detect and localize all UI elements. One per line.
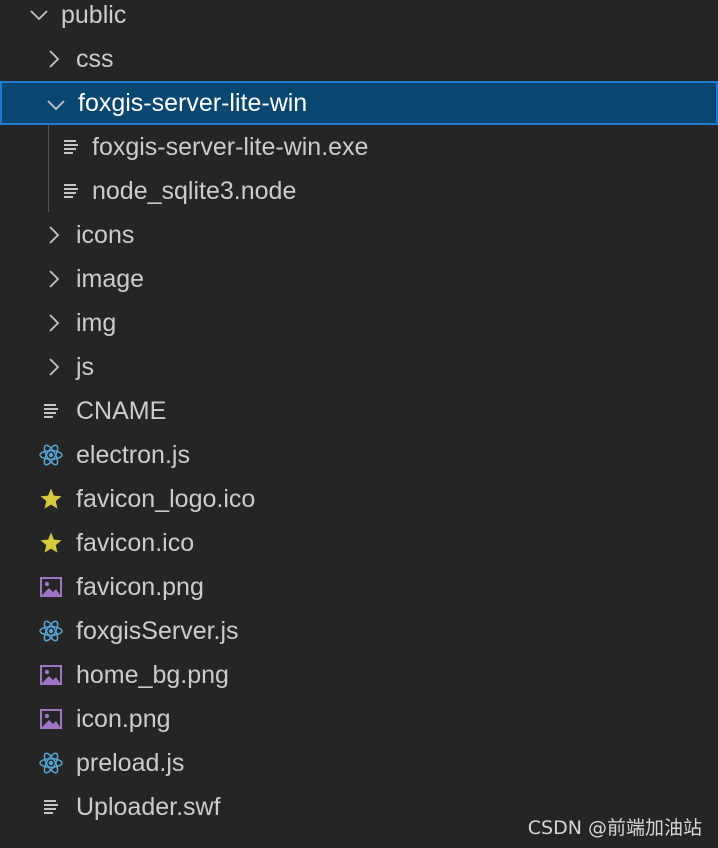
tree-item-label: electron.js <box>76 441 190 469</box>
tree-item-label: CNAME <box>76 397 167 425</box>
tree-item-label: public <box>61 1 127 29</box>
tree-item-label: favicon_logo.ico <box>76 485 256 513</box>
chevron-down-icon[interactable] <box>43 83 69 127</box>
tree-item-foxgis-server-lite-win-exe[interactable]: foxgis-server-lite-win.exe <box>0 125 718 169</box>
tree-item-preload-js[interactable]: preload.js <box>0 741 718 785</box>
tree-item-electron-js[interactable]: electron.js <box>0 433 718 477</box>
tree-item-label: node_sqlite3.node <box>92 177 297 205</box>
tree-item-label: favicon.png <box>76 573 204 601</box>
tree-item-cname[interactable]: CNAME <box>0 389 718 433</box>
tree-item-foxgis-server-lite-win[interactable]: foxgis-server-lite-win <box>0 81 718 125</box>
file-explorer-tree: public css foxgis-server-lite-win foxgis-se… <box>0 0 718 848</box>
tree-item-label: js <box>76 353 95 381</box>
tree-item-icons[interactable]: icons <box>0 213 718 257</box>
tree-item-label: Uploader.swf <box>76 793 221 821</box>
tree-item-home-bg-png[interactable]: home_bg.png <box>0 653 718 697</box>
chevron-right-icon[interactable] <box>41 257 67 301</box>
tree-item-label: foxgis-server-lite-win.exe <box>92 133 369 161</box>
tree-item-label: css <box>76 45 114 73</box>
chevron-right-icon[interactable] <box>41 37 67 81</box>
tree-item-favicon-ico[interactable]: favicon.ico <box>0 521 718 565</box>
chevron-right-icon[interactable] <box>41 301 67 345</box>
tree-item-favicon-png[interactable]: favicon.png <box>0 565 718 609</box>
tree-item-label: icon.png <box>76 705 171 733</box>
tree-item-css[interactable]: css <box>0 37 718 81</box>
tree-item-label: preload.js <box>76 749 185 777</box>
star-icon <box>38 477 64 521</box>
image-file-icon <box>38 565 64 609</box>
image-file-icon <box>38 697 64 741</box>
image-file-icon <box>38 653 64 697</box>
star-icon <box>38 521 64 565</box>
tree-item-icon-png[interactable]: icon.png <box>0 697 718 741</box>
tree-item-favicon-logo-ico[interactable]: favicon_logo.ico <box>0 477 718 521</box>
react-atom-icon <box>38 609 64 653</box>
tree-item-image[interactable]: image <box>0 257 718 301</box>
file-lines-icon <box>38 785 64 829</box>
chevron-right-icon[interactable] <box>41 345 67 389</box>
tree-item-label: favicon.ico <box>76 529 195 557</box>
tree-item-label: image <box>76 265 145 293</box>
chevron-right-icon[interactable] <box>41 213 67 257</box>
chevron-down-icon[interactable] <box>26 0 52 37</box>
tree-item-label: img <box>76 309 117 337</box>
tree-item-label: icons <box>76 221 135 249</box>
tree-item-img[interactable]: img <box>0 301 718 345</box>
tree-item-public[interactable]: public <box>0 0 718 37</box>
file-lines-icon <box>58 125 84 169</box>
tree-item-label: foxgis-server-lite-win <box>78 89 308 117</box>
file-lines-icon <box>58 169 84 213</box>
tree-item-label: foxgisServer.js <box>76 617 239 645</box>
tree-item-foxgisserver-js[interactable]: foxgisServer.js <box>0 609 718 653</box>
tree-item-js[interactable]: js <box>0 345 718 389</box>
file-lines-icon <box>38 389 64 433</box>
watermark: CSDN @前端加油站 <box>527 817 702 839</box>
react-atom-icon <box>38 433 64 477</box>
react-atom-icon <box>38 741 64 785</box>
tree-item-node-sqlite3-node[interactable]: node_sqlite3.node <box>0 169 718 213</box>
tree-item-label: home_bg.png <box>76 661 229 689</box>
